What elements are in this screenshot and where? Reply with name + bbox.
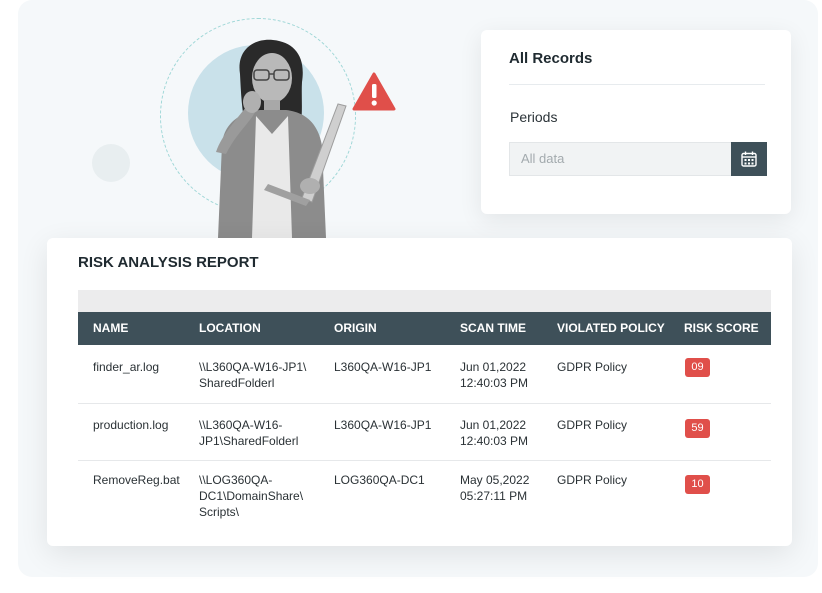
cell-scan-time: Jun 01,2022 12:40:03 PM (460, 418, 529, 448)
cell-origin: L360QA-W16-JP1 (334, 418, 432, 432)
report-title: RISK ANALYSIS REPORT (78, 254, 259, 271)
column-header-name[interactable]: NAME (93, 312, 128, 345)
cell-scan-time: May 05,2022 05:27:11 PM (460, 473, 530, 503)
calendar-button[interactable] (731, 142, 767, 176)
column-header-location[interactable]: LOCATION (199, 312, 261, 345)
cell-scan-time: Jun 01,2022 12:40:03 PM (460, 360, 529, 390)
cell-origin: LOG360QA-DC1 (334, 473, 425, 487)
cell-policy: GDPR Policy (557, 360, 628, 374)
table-row[interactable]: production.log \\L360QA-W16- JP1\SharedFo… (78, 403, 771, 461)
records-card: All Records Periods All data (481, 30, 791, 214)
cell-policy: GDPR Policy (557, 418, 628, 432)
cell-location: \\L360QA-W16-JP1\SharedFolderl (199, 418, 299, 448)
decorative-dot (92, 144, 130, 182)
warning-triangle-icon (352, 72, 396, 111)
cell-location: \\L360QA-W16-JP1\SharedFolderl (199, 360, 307, 390)
cell-policy: GDPR Policy (557, 473, 628, 487)
column-header-risk-score[interactable]: RISK SCORE (684, 312, 759, 345)
table-toolbar (78, 290, 771, 312)
table-row[interactable]: finder_ar.log \\L360QA-W16-JP1\ SharedFol… (78, 345, 771, 404)
risk-score-badge: 10 (685, 475, 710, 494)
table-header: NAME LOCATION ORIGIN SCAN TIME VIOLATED … (78, 312, 771, 345)
cell-name: finder_ar.log (93, 360, 160, 374)
cell-name: production.log (93, 418, 169, 432)
divider (509, 84, 765, 85)
periods-label: Periods (510, 109, 558, 125)
report-card: RISK ANALYSIS REPORT NAME LOCATION ORIGI… (47, 238, 792, 546)
column-header-scan-time[interactable]: SCAN TIME (460, 312, 526, 345)
cell-origin: L360QA-W16-JP1 (334, 360, 432, 374)
person-illustration (216, 39, 347, 238)
column-header-violated-policy[interactable]: VIOLATED POLICY (557, 312, 665, 345)
risk-score-badge: 09 (685, 358, 710, 377)
risk-score-badge: 59 (685, 419, 710, 438)
table-row[interactable]: RemoveReg.bat \\LOG360QA- DC1\DomainShare… (78, 460, 771, 530)
column-header-origin[interactable]: ORIGIN (334, 312, 377, 345)
cell-name: RemoveReg.bat (93, 473, 180, 487)
calendar-icon (741, 151, 757, 167)
cell-location: \\LOG360QA- DC1\DomainShare\ Scripts\ (199, 473, 304, 519)
records-title: All Records (509, 50, 593, 67)
period-input[interactable]: All data (509, 142, 731, 176)
